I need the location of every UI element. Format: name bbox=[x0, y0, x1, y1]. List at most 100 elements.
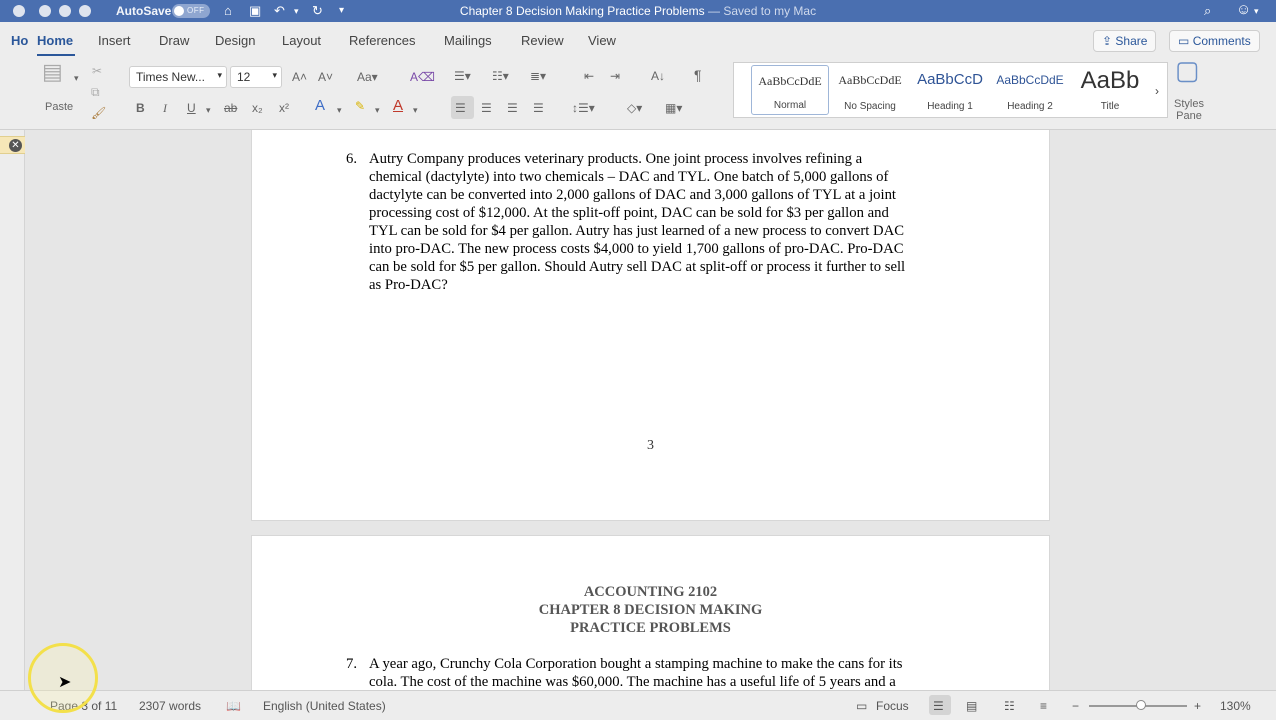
highlight-icon[interactable]: ✎ bbox=[355, 98, 365, 114]
justify-icon[interactable]: ☰ bbox=[533, 100, 544, 116]
font-name-value: Times New... bbox=[136, 70, 205, 84]
font-size-select[interactable]: 12 ▾ bbox=[230, 66, 282, 88]
format-painter-icon[interactable]: 🖌 bbox=[91, 105, 106, 121]
shrink-font-icon[interactable]: A˅ bbox=[318, 69, 333, 85]
borders-icon[interactable]: ▦▾ bbox=[665, 100, 682, 116]
font-size-value: 12 bbox=[237, 70, 251, 84]
strikethrough-icon[interactable]: ab bbox=[224, 100, 237, 116]
style-name: Title bbox=[1100, 101, 1120, 112]
grow-font-icon[interactable]: A˄ bbox=[292, 69, 307, 85]
line-spacing-icon[interactable]: ↕☰▾ bbox=[572, 100, 595, 116]
shading-icon[interactable]: ◇▾ bbox=[627, 100, 642, 116]
document-page-3: 6. Autry Company produces veterinary pro… bbox=[251, 130, 1050, 521]
comments-button[interactable]: ▭ Comments bbox=[1169, 30, 1260, 52]
chevron-down-icon[interactable]: ▾ bbox=[337, 102, 342, 118]
tab-references[interactable]: References bbox=[349, 33, 415, 48]
chevron-down-icon[interactable]: ▾ bbox=[1254, 3, 1259, 19]
smiley-icon[interactable]: ☺ bbox=[1236, 2, 1251, 18]
paste-icon[interactable]: ▤ bbox=[42, 61, 63, 83]
web-layout-icon[interactable]: ▤ bbox=[966, 699, 977, 713]
dismiss-notification[interactable]: ✕ bbox=[0, 136, 25, 154]
status-bar: Page 3 of 11 2307 words 📖 English (Unite… bbox=[0, 690, 1276, 720]
style-no-spacing[interactable]: AaBbCcDdE No Spacing bbox=[831, 65, 909, 115]
tab-home[interactable]: Home bbox=[37, 33, 73, 48]
bullets-icon[interactable]: ☰▾ bbox=[454, 68, 471, 84]
problem-text[interactable]: A year ago, Crunchy Cola Corporation bou… bbox=[369, 655, 954, 691]
bold-icon[interactable]: B bbox=[136, 100, 145, 116]
show-formatting-icon[interactable]: ¶ bbox=[694, 67, 702, 83]
zoom-slider-knob[interactable] bbox=[1136, 700, 1146, 710]
tab-view[interactable]: View bbox=[588, 33, 616, 48]
tab-design[interactable]: Design bbox=[215, 33, 255, 48]
saved-status: — Saved to my Mac bbox=[708, 4, 817, 18]
cut-icon[interactable]: ✂ bbox=[92, 63, 102, 79]
chevron-down-icon[interactable]: ▾ bbox=[413, 102, 418, 118]
multilevel-list-icon[interactable]: ≣▾ bbox=[530, 68, 546, 84]
increase-indent-icon[interactable]: ⇥ bbox=[610, 68, 620, 84]
zoom-level[interactable]: 130% bbox=[1220, 699, 1251, 713]
styles-pane-icon[interactable]: ▢ bbox=[1175, 57, 1200, 83]
text-line: dactylyte can be converted into 2,000 ga… bbox=[369, 187, 896, 203]
decrease-indent-icon[interactable]: ⇤ bbox=[584, 68, 594, 84]
chevron-down-icon: ▾ bbox=[217, 70, 222, 80]
tab-insert[interactable]: Insert bbox=[98, 33, 131, 48]
tab-layout[interactable]: Layout bbox=[282, 33, 321, 48]
style-heading-1[interactable]: AaBbCcD Heading 1 bbox=[911, 65, 989, 115]
draft-view-icon[interactable]: ≡ bbox=[1040, 699, 1047, 713]
chevron-right-icon[interactable]: › bbox=[1155, 83, 1159, 99]
align-center-icon[interactable]: ☰ bbox=[481, 100, 492, 116]
chevron-down-icon[interactable]: ▾ bbox=[375, 102, 380, 118]
proofing-icon[interactable]: 📖 bbox=[226, 699, 241, 713]
chevron-down-icon[interactable]: ▾ bbox=[206, 102, 211, 118]
problem-text[interactable]: Autry Company produces veterinary produc… bbox=[369, 150, 954, 294]
style-normal[interactable]: AaBbCcDdE Normal bbox=[751, 65, 829, 115]
style-heading-2[interactable]: AaBbCcDdE Heading 2 bbox=[991, 65, 1069, 115]
word-window: AutoSave OFF ⌂ ▣ ↶ ▾ ↻ ▾ Chapter 8 Decis… bbox=[0, 0, 1276, 720]
superscript-icon[interactable]: x² bbox=[279, 100, 289, 116]
align-right-icon[interactable]: ☰ bbox=[507, 100, 518, 116]
word-count[interactable]: 2307 words bbox=[139, 699, 201, 713]
style-name: Heading 2 bbox=[1007, 101, 1053, 112]
document-name: Chapter 8 Decision Making Practice Probl… bbox=[459, 4, 705, 18]
underline-icon[interactable]: U bbox=[187, 100, 196, 116]
copy-icon[interactable]: ⧉ bbox=[91, 84, 100, 100]
tab-home-clipped[interactable]: Ho bbox=[11, 33, 28, 48]
italic-icon[interactable]: I bbox=[163, 100, 167, 116]
problem-number: 6. bbox=[346, 151, 358, 167]
font-name-select[interactable]: Times New... ▾ bbox=[129, 66, 227, 88]
zoom-in-icon[interactable]: + bbox=[1194, 699, 1201, 713]
chevron-down-icon[interactable]: ▾ bbox=[74, 70, 79, 86]
numbering-icon[interactable]: ☷▾ bbox=[492, 68, 509, 84]
outline-view-icon[interactable]: ☷ bbox=[1004, 699, 1015, 713]
sort-icon[interactable]: A↓ bbox=[651, 68, 665, 84]
clear-formatting-icon[interactable]: A⌫ bbox=[410, 69, 435, 85]
active-tab-indicator bbox=[37, 54, 75, 56]
change-case-icon[interactable]: Aa▾ bbox=[357, 69, 378, 85]
zoom-out-icon[interactable]: − bbox=[1072, 699, 1079, 713]
focus-label[interactable]: Focus bbox=[876, 699, 909, 713]
font-color-icon[interactable]: A bbox=[393, 98, 403, 114]
problem-number: 7. bbox=[346, 656, 358, 672]
tab-mailings[interactable]: Mailings bbox=[444, 33, 492, 48]
search-icon[interactable]: ⌕ bbox=[1204, 3, 1211, 19]
share-button[interactable]: ⇪ Share bbox=[1093, 30, 1157, 52]
tab-review[interactable]: Review bbox=[521, 33, 564, 48]
mouse-pointer-icon: ➤ bbox=[58, 674, 72, 691]
style-title[interactable]: AaBb Title bbox=[1071, 65, 1149, 115]
styles-pane-label[interactable]: Styles Pane bbox=[1173, 98, 1205, 122]
text-effects-icon[interactable]: A bbox=[315, 98, 325, 114]
align-left-icon[interactable]: ☰ bbox=[455, 100, 466, 116]
text-line: into pro-DAC. The new process costs $4,0… bbox=[369, 241, 904, 257]
style-preview: AaBbCcDdE bbox=[996, 73, 1064, 87]
style-preview: AaBbCcDdE bbox=[838, 73, 902, 87]
text-line: can be sold for $5 per gallon. Should Au… bbox=[369, 259, 906, 275]
chevron-down-icon: ▾ bbox=[272, 70, 277, 80]
heading-line: CHAPTER 8 DECISION MAKING bbox=[538, 602, 763, 618]
language-indicator[interactable]: English (United States) bbox=[263, 699, 386, 713]
style-preview: AaBb bbox=[1080, 67, 1140, 94]
subscript-icon[interactable]: x₂ bbox=[252, 100, 263, 116]
focus-icon[interactable]: ▭ bbox=[856, 699, 867, 713]
tab-draw[interactable]: Draw bbox=[159, 33, 189, 48]
close-icon[interactable]: ✕ bbox=[9, 139, 22, 152]
print-layout-icon[interactable]: ☰ bbox=[933, 699, 944, 713]
